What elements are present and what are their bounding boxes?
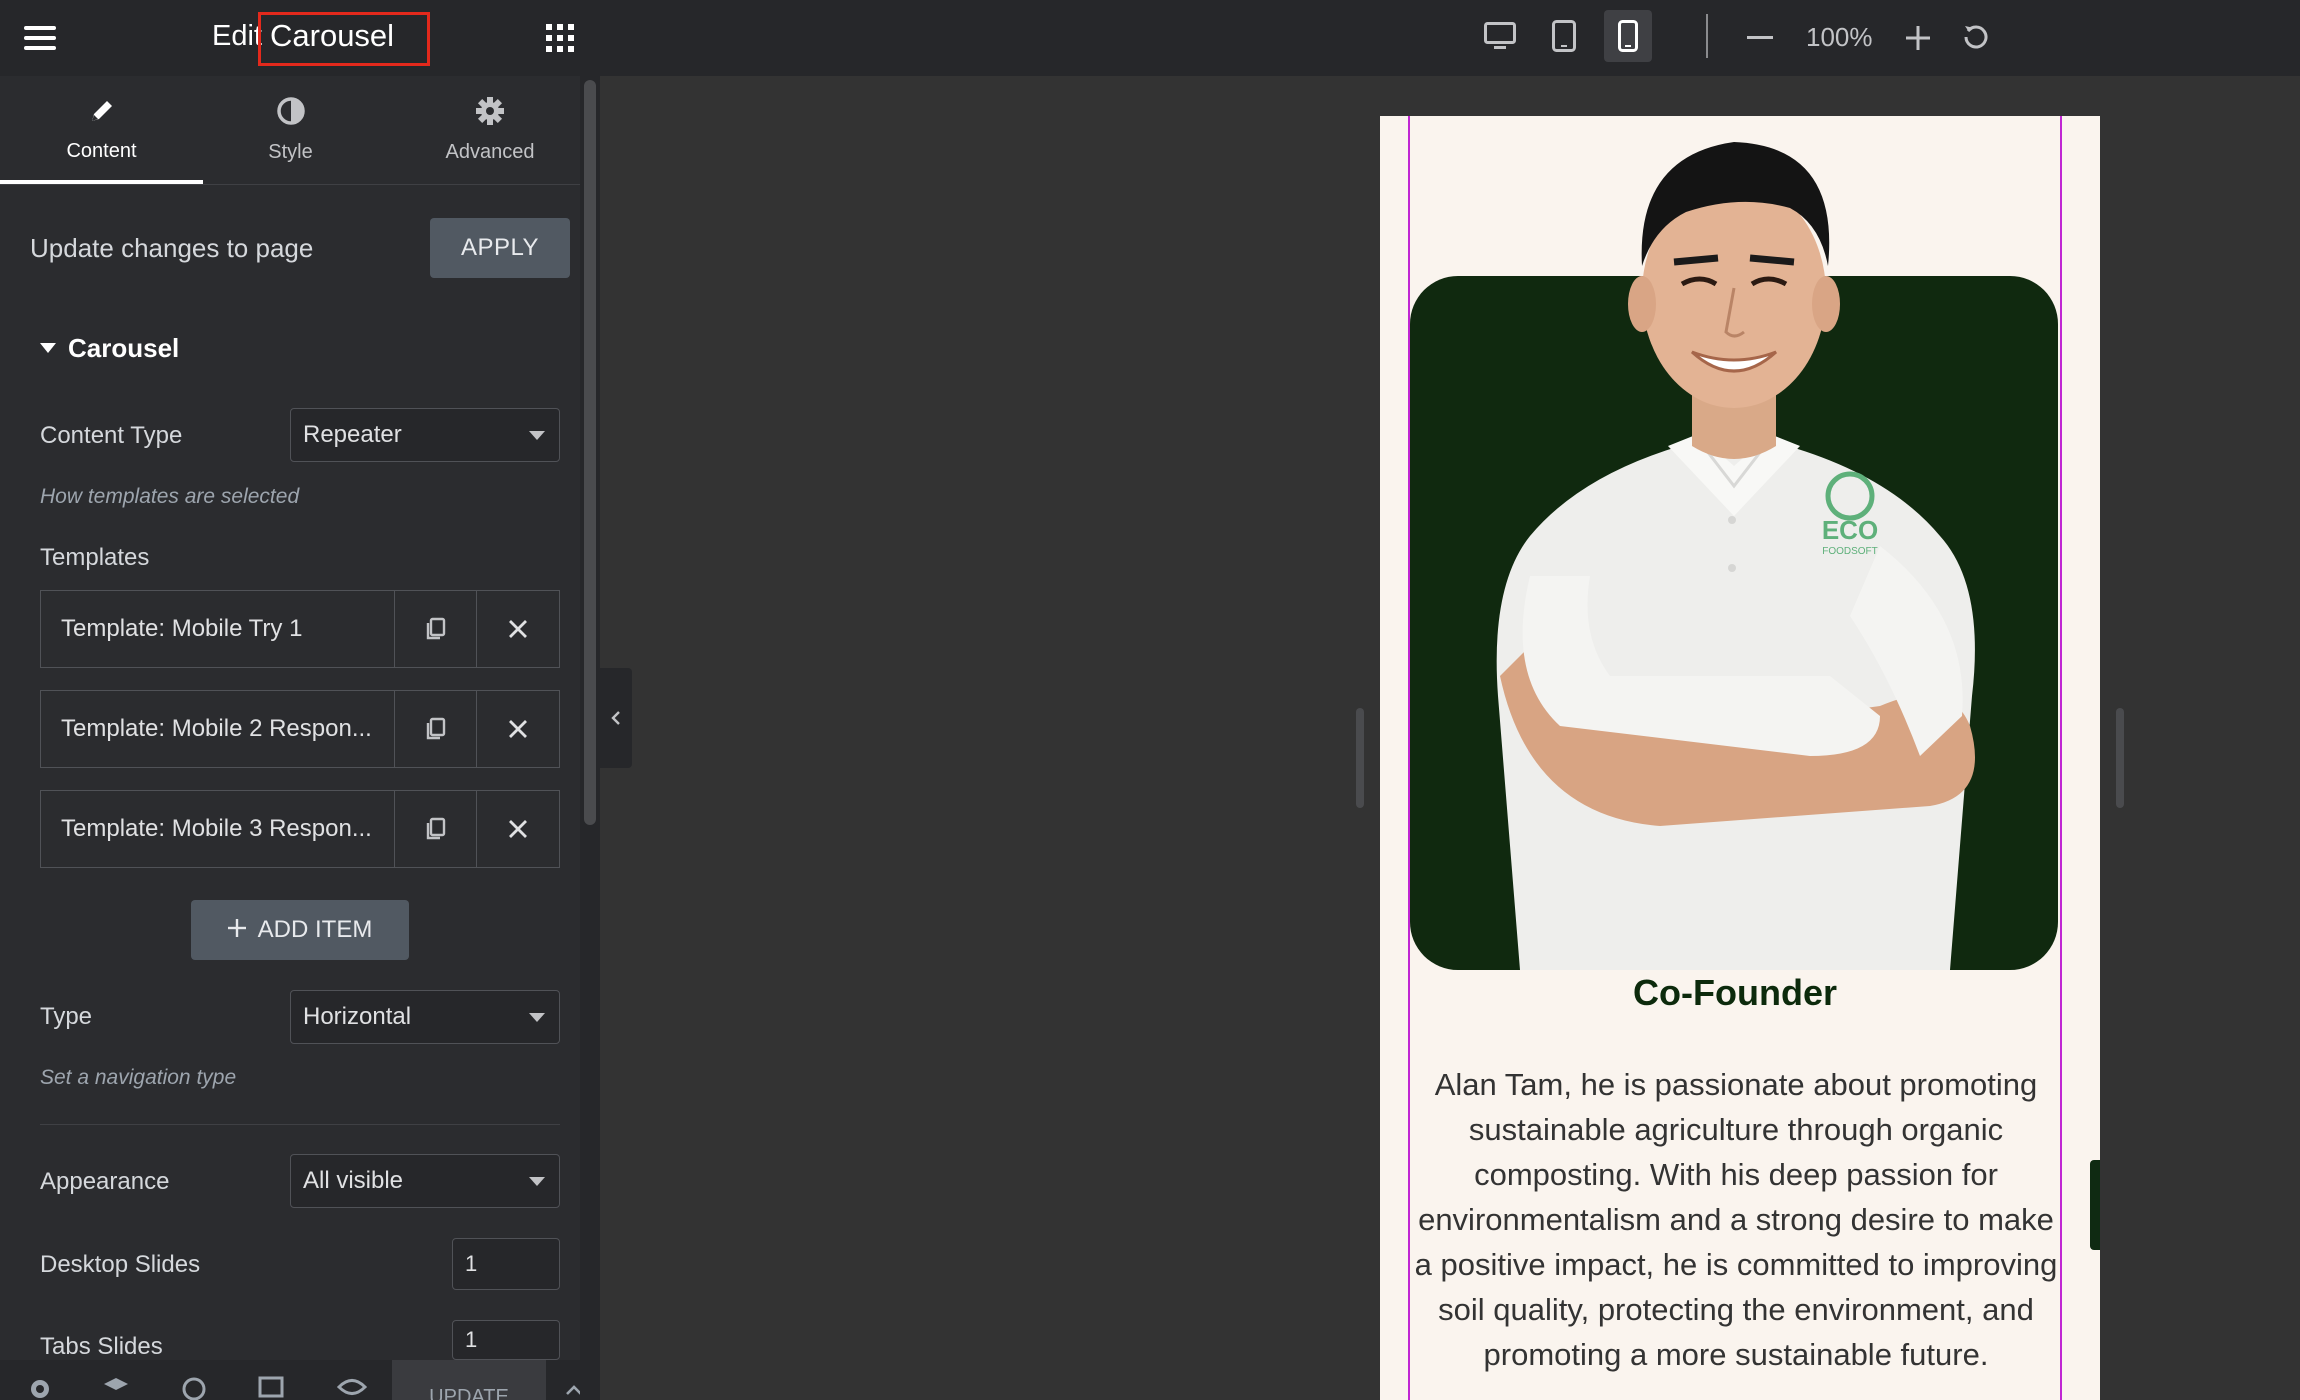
team-member-role: Co-Founder xyxy=(1633,972,1837,1013)
plus-icon[interactable] xyxy=(1898,18,1938,58)
tabs-slides-input[interactable]: 1 xyxy=(452,1320,560,1360)
section-title: Carousel xyxy=(68,332,180,363)
template-item-title[interactable]: Template: Mobile 2 Respon... xyxy=(41,691,396,767)
content-type-value: Repeater xyxy=(303,421,402,448)
type-label: Type xyxy=(40,1003,93,1030)
tab-style-label: Style xyxy=(268,141,313,163)
responsive-icon[interactable] xyxy=(254,1376,290,1400)
tabs-divider xyxy=(0,184,580,185)
content-type-select[interactable]: Repeater xyxy=(290,408,560,462)
type-hint: Set a navigation type xyxy=(40,1066,237,1089)
add-item-button[interactable]: ADD ITEM xyxy=(191,900,409,960)
tab-style[interactable]: Style xyxy=(203,76,378,184)
update-button[interactable]: UPDATE xyxy=(392,1360,546,1400)
chevron-left-icon xyxy=(611,711,620,725)
svg-text:ECO: ECO xyxy=(1822,515,1878,545)
template-item-title[interactable]: Template: Mobile Try 1 xyxy=(41,591,396,667)
content-type-label: Content Type xyxy=(40,422,183,449)
appearance-label: Appearance xyxy=(40,1168,170,1195)
section-toggle-carousel[interactable]: Carousel xyxy=(40,332,179,364)
duplicate-icon[interactable] xyxy=(395,591,478,667)
settings-icon[interactable] xyxy=(22,1376,58,1400)
appearance-select[interactable]: All visible xyxy=(290,1154,560,1208)
reset-icon[interactable] xyxy=(1956,16,1996,56)
title-highlight-box xyxy=(258,12,430,66)
desktop-slides-label: Desktop Slides xyxy=(40,1251,201,1278)
template-item-title[interactable]: Template: Mobile 3 Respon... xyxy=(41,791,396,867)
toolbar-divider xyxy=(1706,14,1708,58)
chevron-down-icon xyxy=(529,431,545,440)
svg-text:FOODSOFT: FOODSOFT xyxy=(1822,546,1878,557)
caret-down-icon xyxy=(40,343,56,353)
template-item[interactable]: Template: Mobile 3 Respon... xyxy=(40,790,560,868)
tab-content[interactable]: Content xyxy=(0,76,203,184)
eye-icon[interactable] xyxy=(334,1376,370,1400)
resize-handle-left[interactable] xyxy=(1356,708,1364,808)
hamburger-menu-icon[interactable] xyxy=(20,18,60,58)
layers-icon[interactable] xyxy=(98,1376,134,1400)
template-item[interactable]: Template: Mobile Try 1 xyxy=(40,590,560,668)
plus-icon xyxy=(227,916,246,944)
tablet-icon[interactable] xyxy=(1542,14,1586,58)
grid-apps-icon[interactable] xyxy=(540,18,580,58)
templates-label: Templates xyxy=(40,544,150,571)
duplicate-icon[interactable] xyxy=(395,691,478,767)
close-icon[interactable] xyxy=(477,691,559,767)
type-value: Horizontal xyxy=(303,1003,412,1030)
tab-advanced[interactable]: Advanced xyxy=(400,76,580,184)
carousel-scroll-indicator[interactable] xyxy=(2090,1160,2100,1250)
duplicate-icon[interactable] xyxy=(395,791,478,867)
add-item-label: ADD ITEM xyxy=(257,916,373,943)
history-icon[interactable] xyxy=(176,1376,212,1400)
gear-icon xyxy=(475,96,505,131)
mobile-icon[interactable] xyxy=(1604,10,1652,62)
appearance-value: All visible xyxy=(303,1167,404,1194)
panel-scrollbar-thumb[interactable] xyxy=(584,80,596,825)
minus-icon[interactable] xyxy=(1740,18,1780,58)
tab-content-label: Content xyxy=(66,140,137,162)
section-divider xyxy=(40,1124,560,1125)
chevron-down-icon xyxy=(529,1177,545,1186)
tabs-slides-label: Tabs Slides xyxy=(40,1333,163,1360)
team-member-bio: Alan Tam, he is passionate about promoti… xyxy=(1414,1067,2058,1372)
chevron-down-icon xyxy=(529,1013,545,1022)
team-member-figure: ECO FOODSOFT xyxy=(1496,142,1975,970)
desktop-icon[interactable] xyxy=(1478,14,1522,58)
collapse-panel-button[interactable] xyxy=(600,668,632,768)
contrast-icon xyxy=(276,96,306,131)
panel-title-prefix: Edit xyxy=(212,20,262,52)
template-item[interactable]: Template: Mobile 2 Respon... xyxy=(40,690,560,768)
zoom-level: 100% xyxy=(1806,22,1873,52)
apply-notice: Update changes to page xyxy=(30,233,314,263)
close-icon[interactable] xyxy=(477,791,559,867)
apply-button[interactable]: APPLY xyxy=(430,218,570,278)
tab-advanced-label: Advanced xyxy=(445,141,535,163)
close-icon[interactable] xyxy=(477,591,559,667)
type-select[interactable]: Horizontal xyxy=(290,990,560,1044)
resize-handle-right[interactable] xyxy=(2116,708,2124,808)
content-type-hint: How templates are selected xyxy=(40,485,300,508)
desktop-slides-input[interactable]: 1 xyxy=(452,1238,560,1290)
pencil-icon xyxy=(88,97,116,130)
